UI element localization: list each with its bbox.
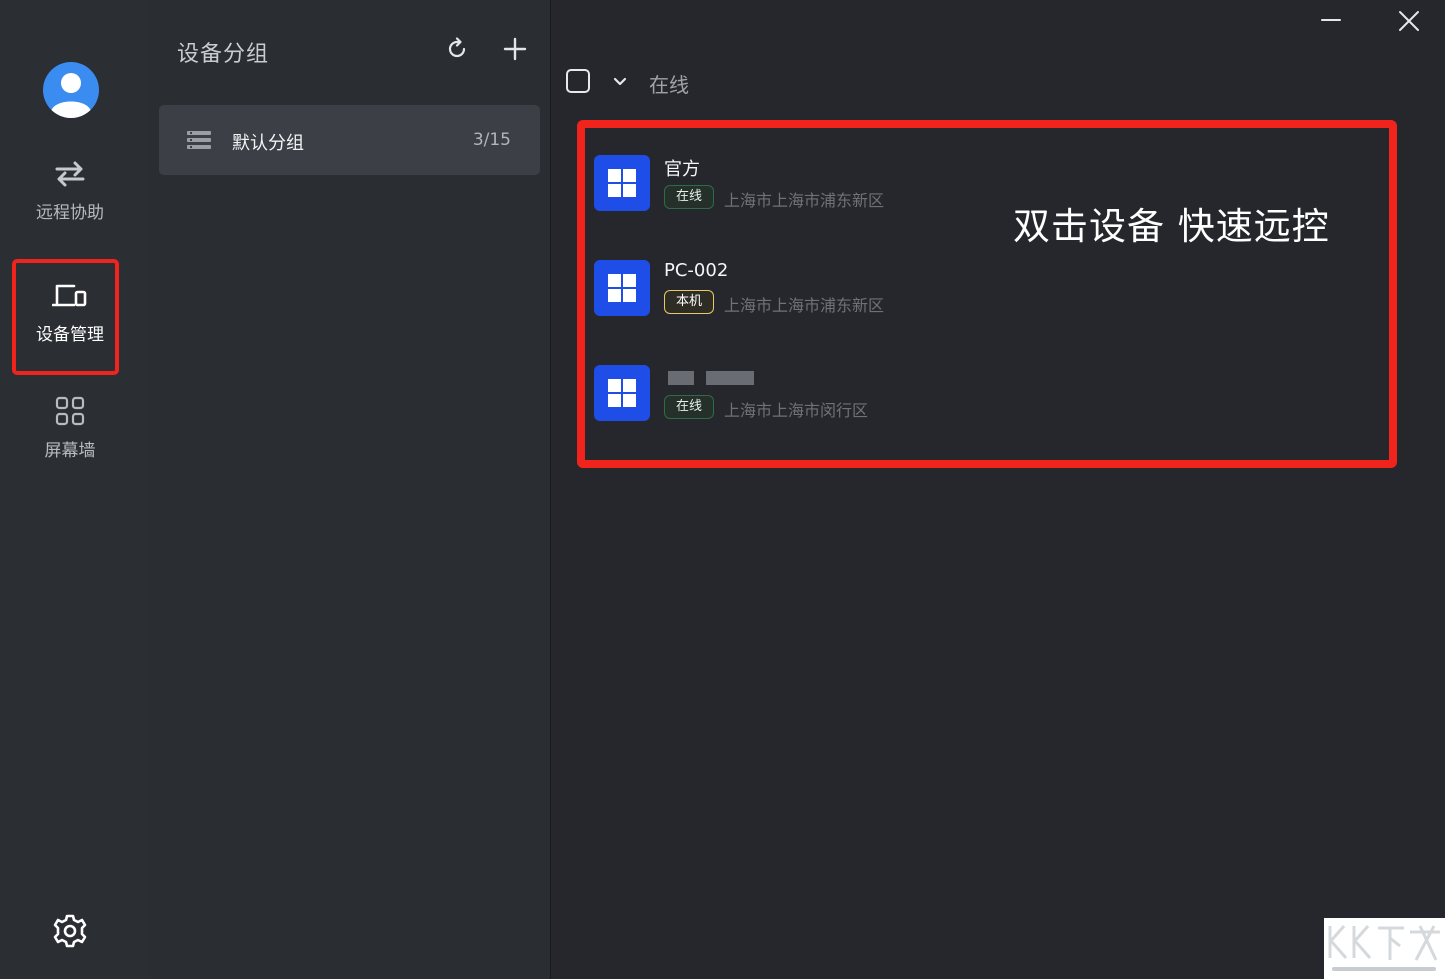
group-panel-title: 设备分组: [177, 42, 270, 67]
device-location: 上海市上海市浦东新区: [724, 191, 885, 210]
select-all-checkbox[interactable]: [566, 69, 590, 93]
nav-label: 远程协助: [36, 203, 104, 223]
devices-icon: [52, 284, 87, 307]
nav-item-screen-wall[interactable]: 屏幕墙: [0, 396, 140, 461]
chevron-down-icon[interactable]: [611, 73, 629, 91]
grid-icon: [55, 396, 85, 426]
minimize-icon[interactable]: [1320, 9, 1342, 31]
gear-icon[interactable]: [52, 913, 88, 949]
device-item[interactable]: 官方 在线 上海市上海市浦东新区: [594, 155, 1054, 215]
add-group-icon[interactable]: [502, 36, 528, 62]
nav-item-device-management[interactable]: 设备管理: [0, 282, 140, 345]
watermark-logo: [1324, 918, 1445, 979]
list-icon: [187, 131, 211, 149]
hint-text: 双击设备 快速远控: [1013, 205, 1330, 248]
group-count: 3/15: [472, 130, 511, 150]
status-filter-label[interactable]: 在线: [649, 69, 689, 98]
group-item-default[interactable]: 默认分组 3/15: [159, 105, 540, 175]
device-name-redacted: [664, 371, 756, 385]
device-name: 官方: [664, 159, 700, 180]
close-icon[interactable]: [1397, 9, 1421, 33]
group-panel: 设备分组 默认分组 3/15: [148, 0, 551, 979]
nav-label: 屏幕墙: [44, 441, 96, 461]
refresh-icon[interactable]: [445, 37, 469, 61]
windows-icon: [594, 155, 650, 211]
windows-icon: [594, 260, 650, 316]
device-item[interactable]: PC-002 本机 上海市上海市浦东新区: [594, 260, 1054, 320]
user-icon: [51, 73, 91, 118]
nav-item-remote-assist[interactable]: 远程协助: [0, 160, 140, 223]
device-location: 上海市上海市闵行区: [724, 401, 869, 420]
device-item[interactable]: 在线 上海市上海市闵行区: [594, 365, 1054, 425]
nav-rail: 远程协助 设备管理 屏幕墙: [0, 0, 148, 979]
arrows-swap-icon: [55, 161, 85, 187]
status-badge: 在线: [664, 185, 715, 209]
group-name: 默认分组: [232, 133, 304, 154]
status-badge: 在线: [664, 395, 715, 419]
device-name: PC-002: [664, 260, 729, 281]
device-list-area: 在线 官方 在线 上海市上海市浦东新区 PC-002 本机 上海市上海市浦东新区…: [551, 0, 1445, 979]
nav-label: 设备管理: [36, 325, 104, 345]
app-window: 远程协助 设备管理 屏幕墙 设备分组 默认分组 3/15 在线 官方 在线 上海…: [0, 0, 1445, 979]
device-location: 上海市上海市浦东新区: [724, 296, 885, 315]
windows-icon: [594, 365, 650, 421]
local-badge: 本机: [664, 290, 715, 314]
avatar[interactable]: [43, 62, 99, 118]
